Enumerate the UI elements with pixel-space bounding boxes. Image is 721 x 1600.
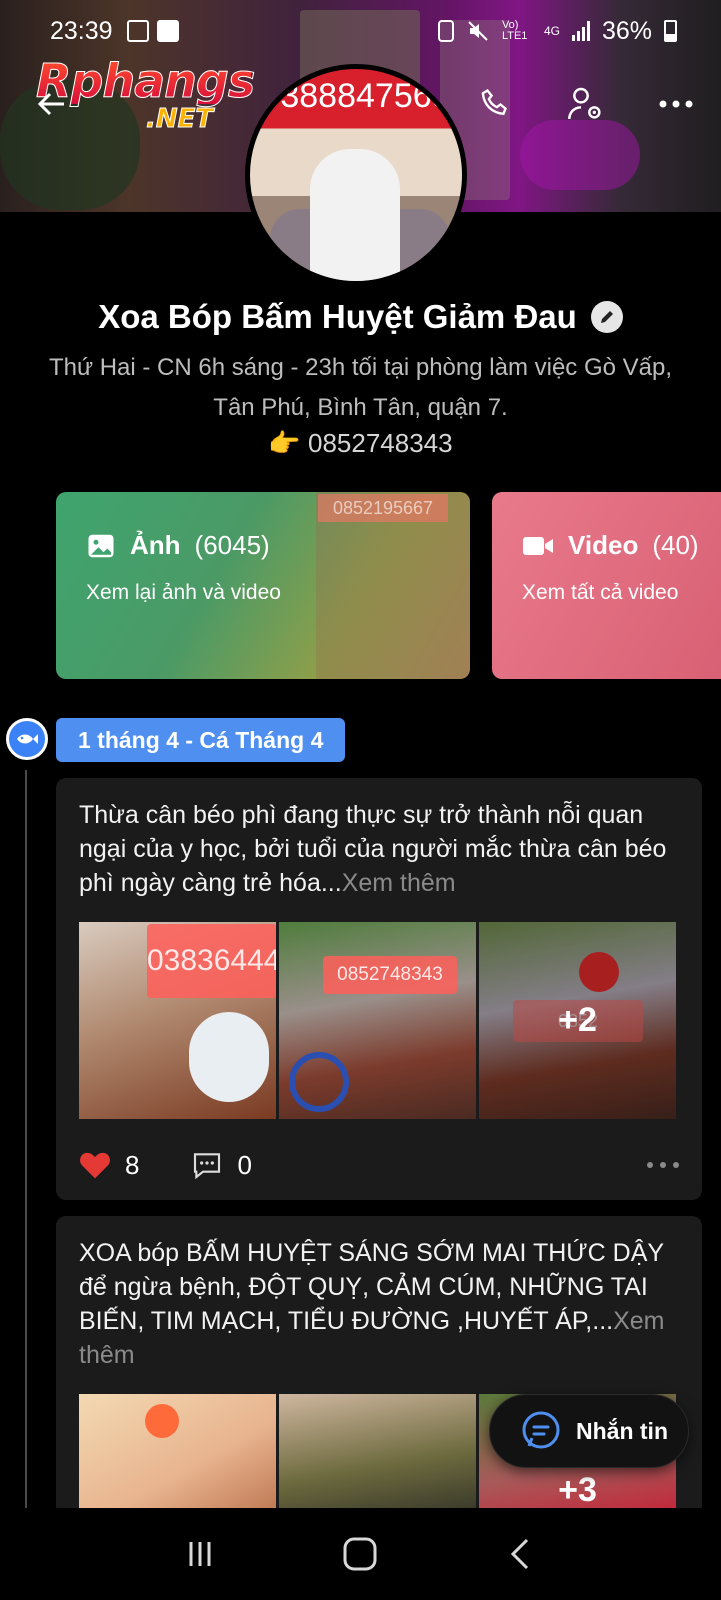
post-image[interactable] [279, 1394, 476, 1510]
edit-button[interactable] [590, 301, 623, 333]
post-actions: 8 0 [79, 1145, 679, 1185]
comment-count: 0 [237, 1149, 252, 1180]
network-label: 4G [543, 24, 560, 38]
battery-icon [664, 20, 677, 42]
see-more-link[interactable]: Xem thêm [342, 869, 456, 897]
home-icon[interactable] [341, 1535, 379, 1573]
timeline-label[interactable]: 1 tháng 4 - Cá Tháng 4 [56, 718, 346, 762]
videos-card-count: (40) [652, 530, 699, 560]
post-images: 03836444 0852748343 0852 +2 [79, 922, 676, 1119]
videos-card[interactable]: Video (40) Xem tất cả video [492, 492, 721, 679]
avatar[interactable]: 0388847569 [245, 64, 467, 286]
status-time: 23:39 [50, 16, 113, 45]
signal-icon [571, 21, 590, 41]
avatar-person [310, 149, 400, 281]
more-options-button[interactable] [650, 78, 702, 130]
pay-icon [156, 20, 179, 42]
pencil-icon [600, 311, 613, 323]
post-image[interactable] [79, 1394, 276, 1510]
profile-contact[interactable]: 👉 0852748343 [0, 428, 721, 459]
back-arrow-icon [37, 92, 64, 116]
post-more-icon[interactable] [647, 1162, 679, 1168]
post-card[interactable]: Thừa cân béo phì đang thực sự trở thành … [56, 778, 702, 1200]
post-card[interactable]: XOA bóp BẤM HUYỆT SÁNG SỚM MAI THỨC DẬY … [56, 1216, 702, 1516]
call-button[interactable] [470, 78, 522, 130]
photos-card-count: (6045) [194, 530, 270, 560]
flower-icon [145, 1404, 179, 1438]
battery-percent: 36% [601, 16, 652, 45]
phone-icon [481, 89, 507, 116]
heart-icon [80, 1152, 110, 1179]
photos-card-overlay-number: 0852195667 [318, 494, 448, 522]
carrier-label: Vo) LTE1 [501, 19, 528, 42]
avatar-phone-text: 0388847569 [261, 77, 451, 115]
image-phone-tag: 03836444 [147, 924, 276, 998]
profile-description: Thứ Hai - CN 6h sáng - 23h tối tại phòng… [48, 354, 673, 421]
battery-saver-icon [437, 20, 454, 42]
fish-icon [17, 734, 38, 744]
user-settings-button[interactable] [560, 78, 612, 130]
timeline-line [25, 770, 27, 1510]
comment-button[interactable]: 0 [191, 1149, 252, 1181]
back-icon[interactable] [503, 1536, 539, 1572]
status-bar: 23:39 Vo) LTE1 4G 36% [0, 0, 721, 62]
system-nav-bar [0, 1508, 721, 1600]
photos-card-subtitle: Xem lại ảnh và video [86, 581, 281, 604]
image-phone-tag: 0852748343 [323, 956, 457, 994]
mute-icon [468, 21, 488, 41]
video-camera-icon [523, 536, 553, 555]
message-button-label: Nhắn tin [576, 1417, 668, 1444]
more-images-overlay[interactable]: +2 [479, 922, 676, 1119]
post-image[interactable]: 03836444 [79, 922, 276, 1119]
user-settings-icon [568, 87, 601, 120]
watermark-line2: .NET [145, 104, 214, 135]
message-button[interactable]: Nhắn tin [489, 1394, 689, 1468]
post-text[interactable]: Thừa cân béo phì đang thực sự trở thành … [56, 778, 702, 900]
photos-card[interactable]: 0852195667 Ảnh (6045) Xem lại ảnh và vid… [56, 492, 470, 679]
post-image[interactable]: 0852 +2 [479, 922, 676, 1119]
videos-card-subtitle: Xem tất cả video [522, 581, 679, 604]
videos-card-label: Video [568, 530, 639, 560]
like-button[interactable]: 8 [79, 1150, 139, 1181]
post-text[interactable]: XOA bóp BẤM HUYỆT SÁNG SỚM MAI THỨC DẬY … [56, 1216, 702, 1372]
photos-card-label: Ảnh [130, 530, 181, 560]
image-icon [88, 534, 114, 557]
back-button[interactable] [26, 78, 78, 130]
timeline-icon [6, 718, 48, 760]
like-count: 8 [125, 1149, 140, 1180]
page-title: Xoa Bóp Bấm Huyệt Giảm Đau [98, 298, 577, 335]
comment-icon [194, 1153, 221, 1180]
recents-icon[interactable] [182, 1536, 218, 1572]
post-image[interactable]: 0852748343 [279, 922, 476, 1119]
more-icon [659, 100, 693, 108]
notification-icon [126, 20, 149, 42]
chat-bubble-icon [522, 1411, 560, 1449]
